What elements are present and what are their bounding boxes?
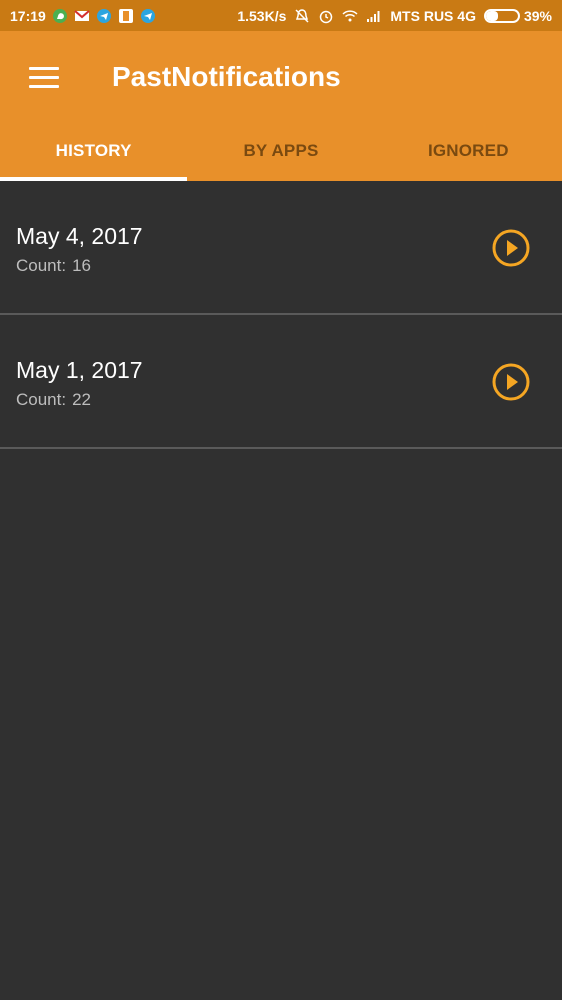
play-icon[interactable]	[491, 228, 531, 268]
history-list: May 4, 2017 Count: 16 May 1, 2017 Count: 2…	[0, 181, 562, 449]
alarm-icon	[318, 8, 334, 24]
menu-icon[interactable]	[22, 59, 66, 95]
status-bar: 17:19 1.53K/s MTS RUS 4G 39%	[0, 0, 562, 31]
carrier-name: MTS RUS 4G	[390, 7, 476, 24]
history-count: Count: 16	[16, 256, 91, 276]
status-time: 17:19	[10, 7, 46, 24]
tab-label: HISTORY	[55, 141, 132, 160]
wifi-icon	[342, 8, 358, 24]
tab-by-apps[interactable]: BY APPS	[187, 121, 374, 181]
history-date: May 4, 2017	[16, 223, 143, 249]
telegram-icon	[96, 8, 112, 24]
count-label: Count:	[16, 390, 67, 409]
battery-icon	[483, 8, 520, 23]
app-title: PastNotifications	[112, 61, 341, 92]
battery-fill	[485, 10, 499, 21]
tab-bar: HISTORY BY APPS IGNORED	[0, 121, 562, 181]
tab-label: BY APPS	[243, 141, 319, 160]
list-item[interactable]: May 4, 2017 Count: 16	[0, 181, 562, 315]
tab-history[interactable]: HISTORY	[0, 121, 188, 181]
history-date: May 1, 2017	[16, 357, 143, 383]
network-speed: 1.53K/s	[237, 7, 287, 24]
gmail-icon	[74, 8, 90, 24]
battery-percent: 39%	[523, 7, 552, 24]
app-icon	[118, 8, 134, 24]
whatsapp-icon	[52, 8, 68, 24]
app-bar: PastNotifications HISTORY BY APPS IGNORE…	[0, 31, 562, 181]
count-value: 16	[72, 256, 92, 275]
status-right: 1.53K/s MTS RUS 4G 39%	[237, 8, 552, 24]
count-label: Count:	[16, 256, 67, 275]
telegram-icon	[140, 8, 156, 24]
play-icon[interactable]	[491, 362, 531, 402]
tab-ignored[interactable]: IGNORED	[375, 121, 562, 181]
mute-bell-icon	[294, 8, 310, 24]
list-item[interactable]: May 1, 2017 Count: 22	[0, 315, 562, 449]
battery-indicator: 39%	[483, 7, 552, 24]
count-value: 22	[72, 390, 92, 409]
history-count: Count: 22	[16, 390, 91, 410]
signal-icon	[366, 8, 382, 24]
status-left: 17:19	[10, 8, 156, 24]
tab-label: IGNORED	[427, 141, 509, 160]
